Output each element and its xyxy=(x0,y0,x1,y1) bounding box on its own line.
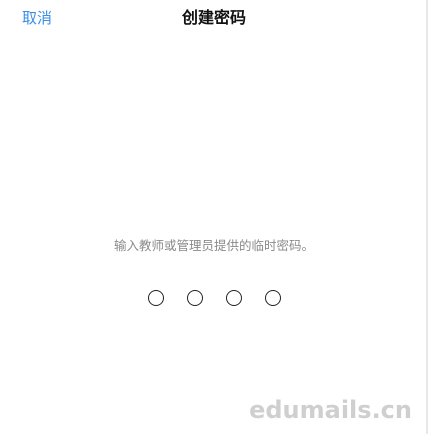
passcode-digit-3 xyxy=(225,290,242,306)
passcode-digit-2 xyxy=(186,290,203,306)
passcode-screen: 取消 创建密码 输入教师或管理员提供的临时密码。 edumails.cn xyxy=(0,0,428,434)
instruction-text: 输入教师或管理员提供的临时密码。 xyxy=(113,238,314,253)
passcode-input[interactable] xyxy=(0,290,428,306)
passcode-digit-4 xyxy=(264,290,281,306)
navigation-bar: 取消 创建密码 xyxy=(0,0,428,38)
watermark: edumails.cn xyxy=(249,396,412,424)
passcode-digit-1 xyxy=(147,290,164,306)
page-title: 创建密码 xyxy=(181,8,246,27)
